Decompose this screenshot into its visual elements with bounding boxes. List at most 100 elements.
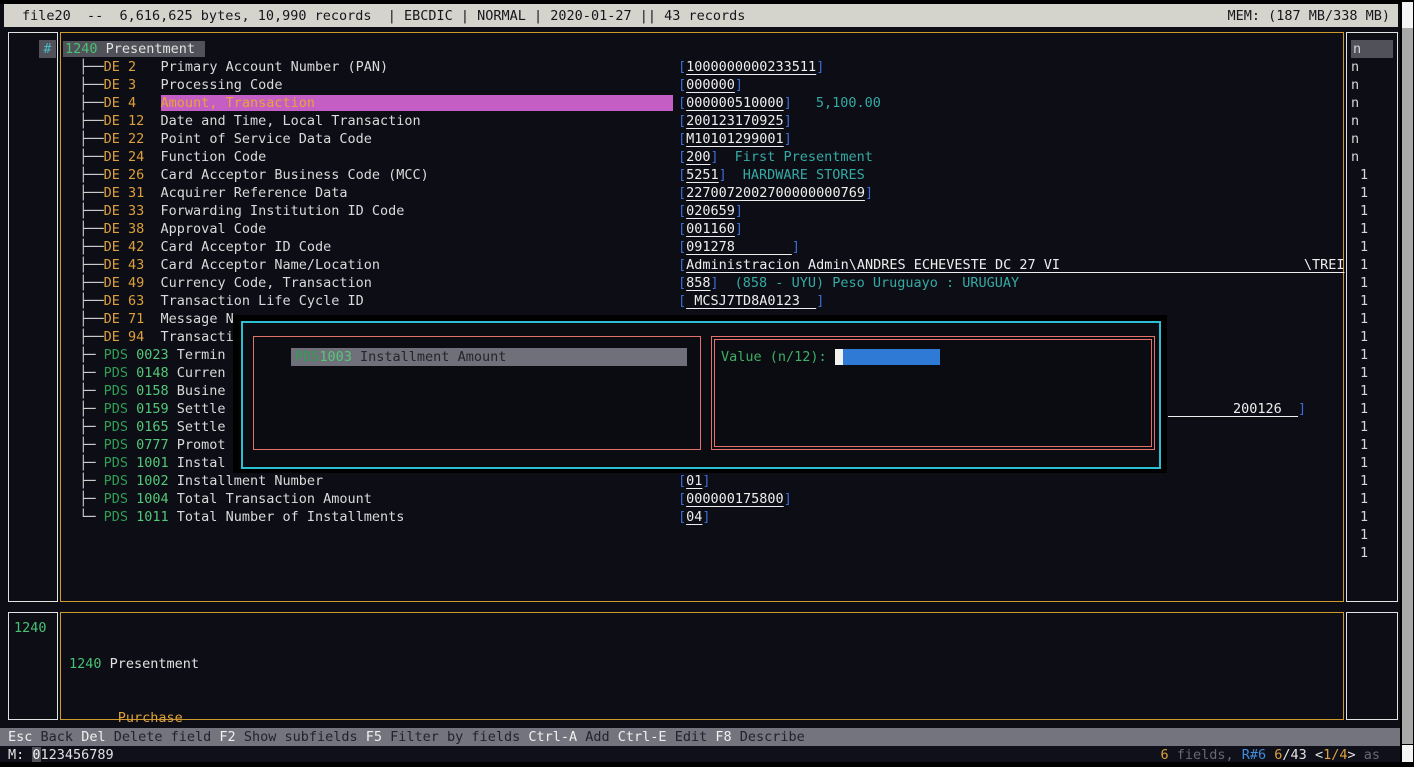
detail-name: Presentment [110, 656, 199, 672]
function-key-item[interactable]: Del Delete field [81, 729, 211, 745]
pds-number: 1003 [319, 349, 352, 365]
scrollbar[interactable] [1400, 0, 1414, 767]
field-value[interactable]: [000000] [678, 76, 743, 94]
format-cell: 1 [1351, 526, 1368, 544]
field-value[interactable]: [5251]HARDWARE STORES [678, 166, 865, 184]
field-value[interactable]: [020659] [678, 202, 743, 220]
tree-row[interactable]: ├─ PDS 1004 Total Transaction Amount[000… [63, 490, 1333, 508]
tree-row[interactable]: ├──DE 24 Function Code[200]First Present… [63, 148, 1333, 166]
function-key-item[interactable]: Ctrl-A Add [528, 729, 609, 745]
field-value[interactable]: [01] [678, 472, 711, 490]
field-value[interactable]: [2270072002700000000769] [678, 184, 873, 202]
bottom-black-strip [0, 762, 1414, 767]
tree-row[interactable]: ├─ PDS 1002 Installment Number[01] [63, 472, 1333, 490]
detail-code: 1240 [69, 656, 102, 672]
tree-row[interactable]: ├──DE 26 Card Acceptor Business Code (MC… [63, 166, 1333, 184]
value-input-field[interactable] [843, 349, 940, 365]
format-cell: n [1351, 130, 1359, 148]
function-key-item[interactable]: F5 Filter by fields [366, 729, 520, 745]
record-total: /43 [1282, 747, 1306, 763]
scrollbar-thumb-top[interactable] [1402, 2, 1413, 28]
format-cell: n [1351, 40, 1393, 58]
format-cell: n [1351, 112, 1359, 130]
current-row-marker: # [39, 40, 56, 58]
format-cell: 1 [1351, 364, 1368, 382]
field-value[interactable]: [M10101299001] [678, 130, 792, 148]
tree-row[interactable]: ├──DE 63 Transaction Life Cycle ID[ MCSJ… [63, 292, 1333, 310]
top-status-bar: file20 -- 6,616,625 bytes, 10,990 record… [4, 4, 1398, 27]
record-ref: R#6 [1242, 747, 1266, 763]
page-open-bracket: < [1307, 747, 1323, 763]
format-cell: n [1351, 58, 1359, 76]
record-id-panel: 1240 [8, 612, 58, 720]
tree-row[interactable]: ├──DE 4 Amount, Transaction [00000051000… [63, 94, 1333, 112]
tree-row[interactable]: ├──DE 49 Currency Code, Transaction[858]… [63, 274, 1333, 292]
memory-usage: MEM: (187 MB/338 MB) [1227, 7, 1398, 25]
sort-suffix: as [1364, 747, 1380, 763]
format-cell: n [1351, 94, 1359, 112]
fields-label: fields, [1169, 747, 1242, 763]
record-format-panel [1346, 612, 1398, 720]
detail-type: Purchase [118, 710, 183, 726]
file-info: file20 -- 6,616,625 bytes, 10,990 record… [4, 7, 745, 25]
field-value[interactable]: [000000175800] [678, 490, 792, 508]
format-cell: 1 [1351, 490, 1368, 508]
field-value[interactable]: [001160] [678, 220, 743, 238]
tree-row[interactable]: ├──DE 12 Date and Time, Local Transactio… [63, 112, 1333, 130]
function-key-item[interactable]: F2 Show subfields [219, 729, 357, 745]
field-value-fragment: 200126 ] [1168, 400, 1306, 418]
function-key-item[interactable]: F8 Describe [715, 729, 804, 745]
mask-label: M: [8, 747, 32, 763]
scrollbar-trough[interactable] [1402, 28, 1413, 744]
format-cell: 1 [1351, 274, 1368, 292]
field-value[interactable]: [200123170925] [678, 112, 792, 130]
field-value[interactable]: [04] [678, 508, 711, 526]
format-cell: 1 [1351, 328, 1368, 346]
field-value[interactable]: [858](858 - UYU) Peso Uruguayo : URUGUAY [678, 274, 1019, 292]
tree-row[interactable]: ├──DE 42 Card Acceptor ID Code[091278 ] [63, 238, 1333, 256]
format-cell: 1 [1351, 166, 1368, 184]
tree-row[interactable]: ├──DE 38 Approval Code[001160] [63, 220, 1333, 238]
value-prompt-label: Value (n/12): [721, 348, 835, 366]
field-value[interactable]: [000000510000]5,100.00 [678, 94, 881, 112]
format-cell: 1 [1351, 508, 1368, 526]
dialog-value-inner: Value (n/12): [714, 339, 1152, 447]
format-cell: n [1351, 148, 1359, 166]
dialog-frame: PDS1003 Installment Amount Value (n/12): [241, 321, 1161, 469]
pds-title-label: Installment Amount [352, 349, 506, 365]
detail-line-message: 1240 Presentment [69, 655, 703, 673]
format-cell: 1 [1351, 202, 1368, 220]
function-key-item[interactable]: Esc Back [8, 729, 73, 745]
mask-digits: 123456789 [41, 747, 114, 763]
dialog-field-title: PDS1003 Installment Amount [291, 348, 687, 366]
tree-row[interactable]: ├──DE 3 Processing Code[000000] [63, 76, 1333, 94]
tree-header-row[interactable]: 1240 Presentment [63, 40, 1333, 58]
tree-row[interactable]: ├──DE 31 Acquirer Reference Data[2270072… [63, 184, 1333, 202]
text-cursor [835, 349, 843, 365]
page-close-bracket: > [1347, 747, 1363, 763]
tree-row[interactable]: ├──DE 33 Forwarding Institution ID Code[… [63, 202, 1333, 220]
field-value[interactable]: [1000000000233511] [678, 58, 824, 76]
field-value[interactable]: [091278 ] [678, 238, 800, 256]
format-cell: 1 [1351, 220, 1368, 238]
pds-prefix: PDS [295, 349, 319, 365]
field-value[interactable]: [200]First Presentment [678, 148, 873, 166]
row-marker-panel: # [8, 32, 58, 602]
format-cell: 1 [1351, 256, 1368, 274]
format-cell: 1 [1351, 544, 1368, 562]
dialog-field-panel: PDS1003 Installment Amount [253, 336, 701, 450]
tree-row[interactable]: ├──DE 22 Point of Service Data Code[M101… [63, 130, 1333, 148]
field-value[interactable]: [ MCSJ7TD8A0123 ] [678, 292, 824, 310]
function-key-bar: Esc Back Del Delete field F2 Show subfie… [0, 728, 1400, 746]
tree-row[interactable]: ├──DE 2 Primary Account Number (PAN)[100… [63, 58, 1333, 76]
field-value[interactable]: [Administracion Admin\ANDRES ECHEVESTE D… [678, 256, 1344, 274]
format-cell: n [1351, 76, 1359, 94]
format-cell: 1 [1351, 346, 1368, 364]
format-cell: 1 [1351, 454, 1368, 472]
function-key-item[interactable]: Ctrl-E Edit [618, 729, 707, 745]
dialog-value-panel: Value (n/12): [711, 336, 1155, 450]
format-cell: 1 [1351, 292, 1368, 310]
tree-row[interactable]: ├──DE 43 Card Acceptor Name/Location[Adm… [63, 256, 1333, 274]
tree-row[interactable]: └─ PDS 1011 Total Number of Installments… [63, 508, 1333, 526]
format-cell: 1 [1351, 310, 1368, 328]
